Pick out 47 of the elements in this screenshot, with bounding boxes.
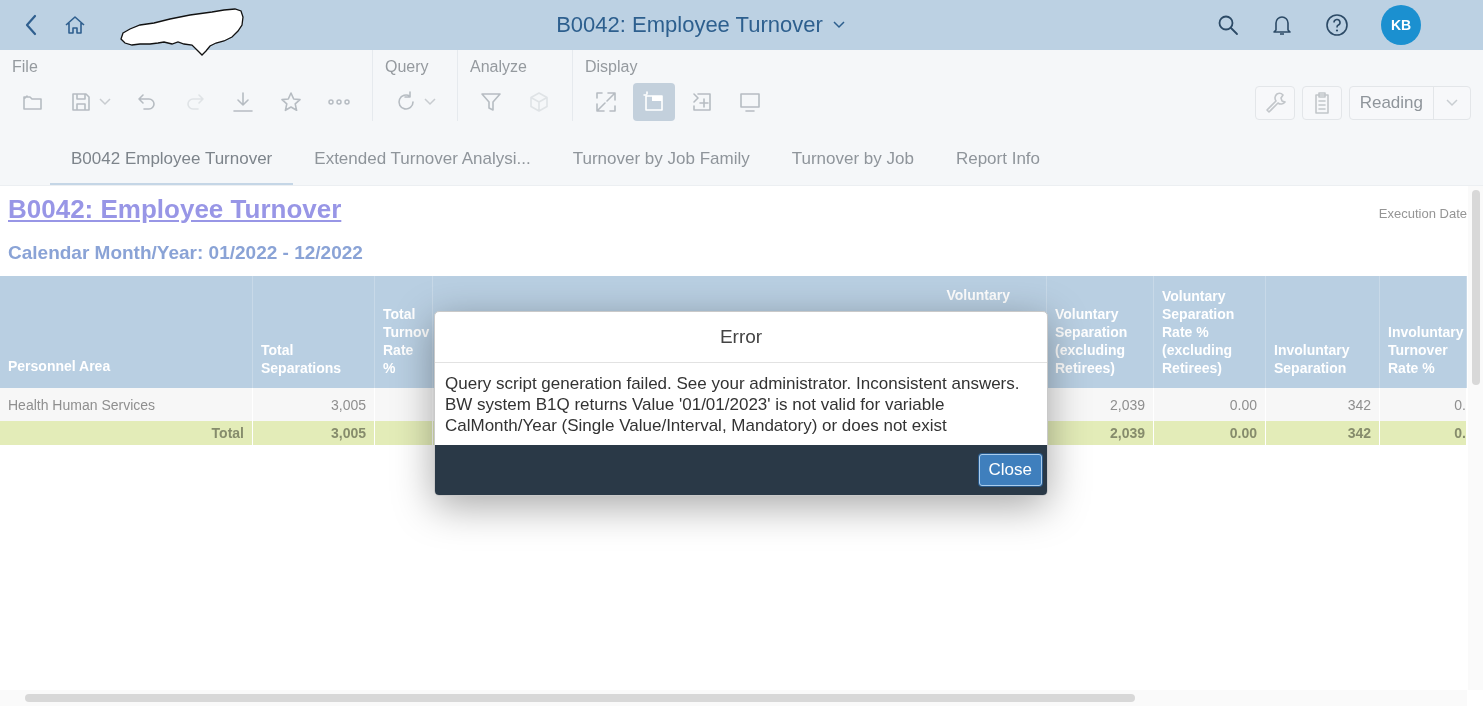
monitor-icon xyxy=(738,90,762,114)
toolbar-group-label: File xyxy=(12,58,39,77)
user-avatar[interactable]: KB xyxy=(1381,5,1421,45)
panel-icon xyxy=(642,90,666,114)
horizontal-scrollbar[interactable] xyxy=(0,690,1467,706)
table-cell: Total xyxy=(0,421,253,445)
back-icon[interactable] xyxy=(24,14,38,36)
caret-icon xyxy=(1446,99,1458,107)
view-mode-select[interactable]: Reading xyxy=(1348,86,1471,120)
report-tab[interactable]: Extended Turnover Analysi... xyxy=(293,135,552,185)
table-cell: 0. xyxy=(1380,421,1467,445)
search-icon[interactable] xyxy=(1217,14,1239,36)
report-tab[interactable]: Report Info xyxy=(934,135,1061,185)
report-title-link[interactable]: B0042: Employee Turnover xyxy=(8,194,342,225)
title-menu[interactable]: B0042: Employee Turnover xyxy=(464,12,1217,38)
toolbar-button[interactable] xyxy=(633,83,675,121)
star-icon xyxy=(279,90,303,114)
download-icon xyxy=(231,90,255,114)
caret-icon xyxy=(832,21,845,29)
caret-icon xyxy=(99,98,111,106)
caret-icon xyxy=(424,98,436,106)
toolbar-group-label: Display xyxy=(585,58,639,77)
toolbar-group-label: Analyze xyxy=(470,58,528,77)
dialog-title: Error xyxy=(719,326,763,348)
table-cell: 342 xyxy=(1266,421,1380,445)
more-icon xyxy=(327,99,351,105)
app-title: B0042: Employee Turnover xyxy=(556,12,823,38)
period-label: Calendar Month/Year: 01/2022 - 12/2022 xyxy=(7,241,364,265)
table-cell: 0.00 xyxy=(1154,421,1266,445)
tool-button[interactable] xyxy=(1254,86,1295,120)
report-tab[interactable]: Turnover by Job Family xyxy=(551,135,771,185)
vertical-scrollbar[interactable] xyxy=(1468,186,1483,690)
help-icon[interactable] xyxy=(1325,13,1349,37)
report-tab[interactable]: B0042 Employee Turnover xyxy=(50,135,294,185)
execution-date-label: Execution Date xyxy=(1378,206,1467,221)
home-icon[interactable] xyxy=(64,15,86,35)
bell-icon[interactable] xyxy=(1271,13,1293,37)
add-column-icon xyxy=(690,90,714,114)
table-cell: 3,005 xyxy=(253,421,375,445)
tool-button[interactable] xyxy=(1301,86,1342,120)
close-button[interactable]: Close xyxy=(978,454,1042,486)
expand-icon xyxy=(594,90,618,114)
toolbar-group-label: Query xyxy=(385,58,430,77)
error-message: Query script generation failed. See your administrator. Inconsistent answers. BW system B1Q returns Value '01/01/2023' is not valid for variable CalMonth/Year (Single Value/Interval, Mandatory) or does not exist xyxy=(445,373,1021,436)
report-tab[interactable]: Turnover by Job xyxy=(770,135,935,185)
map-shape-logo[interactable] xyxy=(120,7,246,57)
filter-icon xyxy=(479,90,503,114)
